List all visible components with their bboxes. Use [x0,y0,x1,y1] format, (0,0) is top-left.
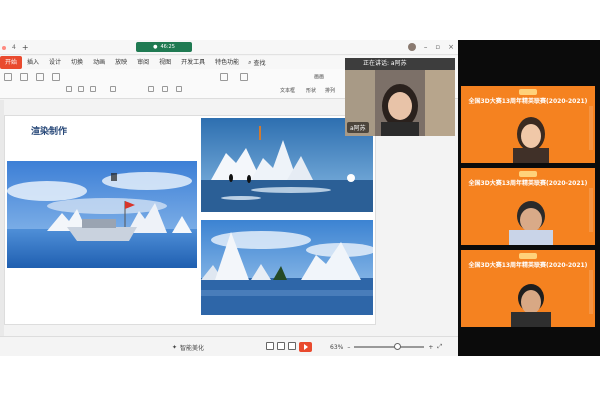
slide-title[interactable]: 渲染制作 [31,124,67,137]
smart-beautify-label: 智能美化 [180,345,205,352]
draw-label[interactable]: 画画 [314,73,324,80]
participant-tile[interactable]: 全国3D大赛13周年精英联赛(2020-2021) [461,86,595,163]
side-watermark [589,106,593,150]
fit-window-icon[interactable]: ⤢ [437,343,442,351]
italic-icon[interactable] [78,86,84,92]
zoom-slider-knob[interactable] [394,343,402,350]
speaker-name: a阿苏 [347,122,369,133]
search-icon: ⌕ [248,58,252,66]
smart-beautify[interactable]: ✦ 智能美化 [172,343,204,352]
ribbon-search[interactable]: ⌕ 查找 [244,58,269,68]
reading-view-icon[interactable] [288,342,296,350]
speaker-video[interactable]: 正在讲话: a阿苏 a阿苏 [345,58,455,136]
tab-insert[interactable]: 插入 [22,56,44,69]
minimize-icon[interactable]: – [424,43,428,51]
participant-video [511,284,551,327]
zoom-in-icon[interactable]: + [428,344,433,351]
text-direction-icon[interactable] [240,73,248,81]
mic-icon: ● [153,44,158,50]
meeting-timer-label: 46:25 [160,44,175,50]
shape-icon[interactable] [220,73,228,81]
side-watermark [589,270,593,314]
zoom-percent[interactable]: 63% [330,344,343,351]
title-bar-left: 4 + [2,43,29,52]
tab-developer[interactable]: 开发工具 [176,56,210,69]
align-icon[interactable] [148,86,154,92]
status-bar: ✦ 智能美化 63% – + ⤢ [0,336,458,356]
shape-label[interactable]: 形状 [306,87,316,94]
tab-animations[interactable]: 动画 [88,56,110,69]
play-slideshow-icon[interactable] [299,342,312,352]
tab-slideshow[interactable]: 放映 [110,56,132,69]
indent-icon[interactable] [176,86,182,92]
underline-icon[interactable] [90,86,96,92]
speaker-header: 正在讲话: a阿苏 [345,58,455,70]
user-avatar[interactable] [407,43,416,51]
search-label: 查找 [253,60,266,67]
tab-view[interactable]: 视图 [154,56,176,69]
render-image-mountains[interactable] [201,220,373,315]
restore-icon[interactable]: ▫ [435,43,440,51]
font-color-icon[interactable] [110,86,116,92]
title-bar: 4 + ● 46:25 – ▫ × [0,40,458,55]
tab-features[interactable]: 特色功能 [210,56,244,69]
zoom-control: 63% – + ⤢ [330,343,442,351]
participant-panel: 全国3D大赛13周年精英联赛(2020-2021) 全国3D大赛13周年精英联赛… [458,40,600,356]
bold-icon[interactable] [66,86,72,92]
participant-tile[interactable]: 全国3D大赛13周年精英联赛(2020-2021) [461,250,595,327]
meeting-timer[interactable]: ● 46:25 [136,42,192,52]
tab-transitions[interactable]: 切换 [66,56,88,69]
screen: 4 + ● 46:25 – ▫ × 开始 插入 设计 切换 动画 放映 审阅 视… [0,40,600,356]
normal-view-icon[interactable] [266,342,274,350]
new-tab-icon[interactable]: + [22,43,29,52]
layout-icon[interactable] [52,73,60,81]
zoom-slider[interactable] [354,343,425,350]
zoom-out-icon[interactable]: – [347,344,350,351]
participant-video [513,117,549,163]
list-icon[interactable] [162,86,168,92]
new-slide-icon[interactable] [36,73,44,81]
app-icon[interactable] [2,45,6,50]
window-controls: – ▫ × [407,43,454,51]
tab-count: 4 [12,44,16,51]
tab-design[interactable]: 设计 [44,56,66,69]
textbox-label[interactable]: 文本框 [280,87,295,94]
render-image-ship[interactable] [7,161,197,268]
tab-review[interactable]: 审阅 [132,56,154,69]
magic-icon: ✦ [172,344,178,351]
format-icon[interactable] [20,73,28,81]
view-switcher [266,342,312,352]
tab-home[interactable]: 开始 [0,56,23,69]
slide-canvas[interactable]: 渲染制作 [4,115,376,325]
arrange-label[interactable]: 排列 [325,87,335,94]
close-icon[interactable]: × [448,43,454,51]
paste-icon[interactable] [4,73,12,81]
participant-video [509,201,553,245]
side-watermark [589,188,593,232]
slide-sorter-icon[interactable] [277,342,285,350]
participant-tile[interactable]: 全国3D大赛13周年精英联赛(2020-2021) [461,168,595,245]
